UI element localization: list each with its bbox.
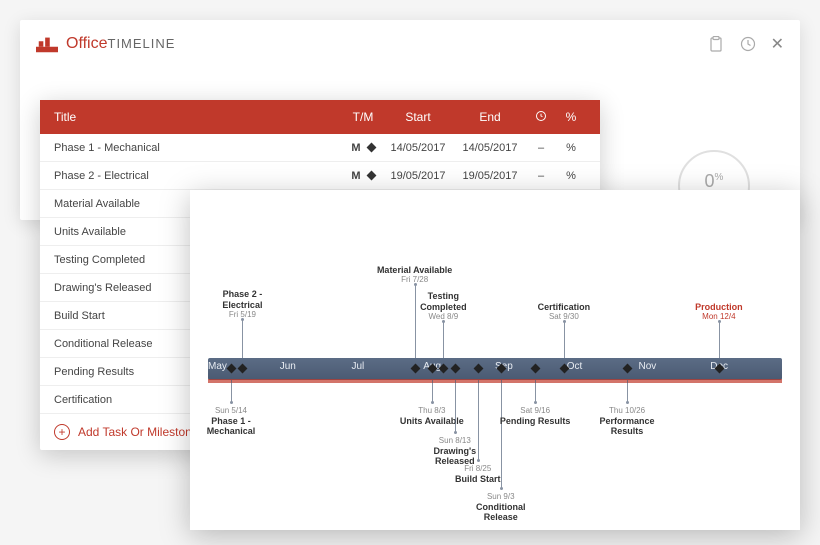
col-header-end[interactable]: End bbox=[454, 110, 526, 124]
milestone-tick bbox=[719, 322, 720, 358]
milestone-label: Fri 8/25Build Start bbox=[438, 464, 518, 484]
app-logo: OfficeTIMELINE bbox=[36, 35, 175, 53]
milestone-marker[interactable] bbox=[473, 364, 483, 374]
milestone-tick bbox=[564, 322, 565, 358]
logo-icon bbox=[36, 35, 58, 53]
milestone-label: Sun 9/3Conditional Release bbox=[461, 492, 541, 523]
month-label: Jun bbox=[280, 361, 296, 372]
milestone-tick bbox=[432, 380, 433, 402]
history-icon bbox=[535, 110, 547, 122]
timeline-track-accent bbox=[208, 379, 782, 383]
milestone-tick bbox=[443, 322, 444, 358]
milestone-marker[interactable] bbox=[450, 364, 460, 374]
milestone-tick bbox=[455, 380, 456, 432]
cell-start: 19/05/2017 bbox=[382, 170, 454, 182]
table-row[interactable]: Phase 1 - MechanicalM 14/05/201714/05/20… bbox=[40, 134, 600, 162]
milestone-marker[interactable] bbox=[238, 364, 248, 374]
progress-percent: 0% bbox=[705, 171, 724, 192]
cell-pct: % bbox=[556, 142, 586, 154]
app-name-suffix: TIMELINE bbox=[108, 36, 176, 51]
milestone-label: Sun 8/13Drawing's Released bbox=[415, 436, 495, 467]
cell-end: 19/05/2017 bbox=[454, 170, 526, 182]
milestone-tick bbox=[627, 380, 628, 402]
clipboard-icon[interactable] bbox=[707, 35, 725, 53]
col-header-history[interactable] bbox=[526, 110, 556, 125]
table-header: Title T/M Start End % bbox=[40, 100, 600, 134]
cell-tm: M bbox=[344, 170, 382, 182]
milestone-marker[interactable] bbox=[410, 364, 420, 374]
milestone-tick bbox=[231, 380, 232, 402]
milestone-label: CertificationSat 9/30 bbox=[524, 302, 604, 322]
milestone-label: Sat 9/16Pending Results bbox=[495, 406, 575, 426]
timeline-track[interactable]: MayJunJulAugSepOctNovDecPhase 2 - Electr… bbox=[208, 358, 782, 380]
cell-history: – bbox=[526, 142, 556, 154]
col-header-title[interactable]: Title bbox=[54, 110, 344, 124]
milestone-label: Testing CompletedWed 8/9 bbox=[403, 291, 483, 322]
cell-title: Phase 1 - Mechanical bbox=[54, 142, 344, 154]
cell-title: Phase 2 - Electrical bbox=[54, 170, 344, 182]
cell-end: 14/05/2017 bbox=[454, 142, 526, 154]
cell-history: – bbox=[526, 170, 556, 182]
header-actions: ✕ bbox=[707, 34, 784, 54]
col-header-start[interactable]: Start bbox=[382, 110, 454, 124]
month-label: Nov bbox=[639, 361, 657, 372]
window-header: OfficeTIMELINE ✕ bbox=[20, 20, 800, 68]
cell-tm: M bbox=[344, 142, 382, 154]
milestone-label: Thu 8/3Units Available bbox=[392, 406, 472, 426]
milestone-label: Thu 10/26Performance Results bbox=[587, 406, 667, 437]
cell-start: 14/05/2017 bbox=[382, 142, 454, 154]
timeline-preview: MayJunJulAugSepOctNovDecPhase 2 - Electr… bbox=[190, 190, 800, 530]
app-name: OfficeTIMELINE bbox=[66, 35, 175, 53]
month-label: May bbox=[208, 361, 227, 372]
month-label: Oct bbox=[567, 361, 583, 372]
milestone-label: Sun 5/14Phase 1 - Mechanical bbox=[191, 406, 271, 437]
cell-pct: % bbox=[556, 170, 586, 182]
col-header-pct[interactable]: % bbox=[556, 110, 586, 124]
col-header-tm[interactable]: T/M bbox=[344, 110, 382, 124]
milestone-marker[interactable] bbox=[227, 364, 237, 374]
milestone-label: ProductionMon 12/4 bbox=[679, 302, 759, 322]
add-task-label: Add Task Or Milestone bbox=[78, 425, 199, 439]
table-row[interactable]: Phase 2 - ElectricalM 19/05/201719/05/20… bbox=[40, 162, 600, 190]
clock-icon[interactable] bbox=[739, 35, 757, 53]
milestone-tick bbox=[478, 380, 479, 460]
app-name-brand: Office bbox=[66, 35, 108, 52]
milestone-label: Phase 2 - ElectricalFri 5/19 bbox=[202, 289, 282, 320]
milestone-marker[interactable] bbox=[531, 364, 541, 374]
milestone-label: Material AvailableFri 7/28 bbox=[375, 265, 455, 285]
month-label: Jul bbox=[352, 361, 365, 372]
milestone-tick bbox=[242, 320, 243, 358]
plus-icon: + bbox=[54, 424, 70, 440]
close-icon[interactable]: ✕ bbox=[771, 34, 784, 54]
milestone-tick bbox=[535, 380, 536, 402]
milestone-marker[interactable] bbox=[623, 364, 633, 374]
milestone-tick bbox=[501, 380, 502, 488]
